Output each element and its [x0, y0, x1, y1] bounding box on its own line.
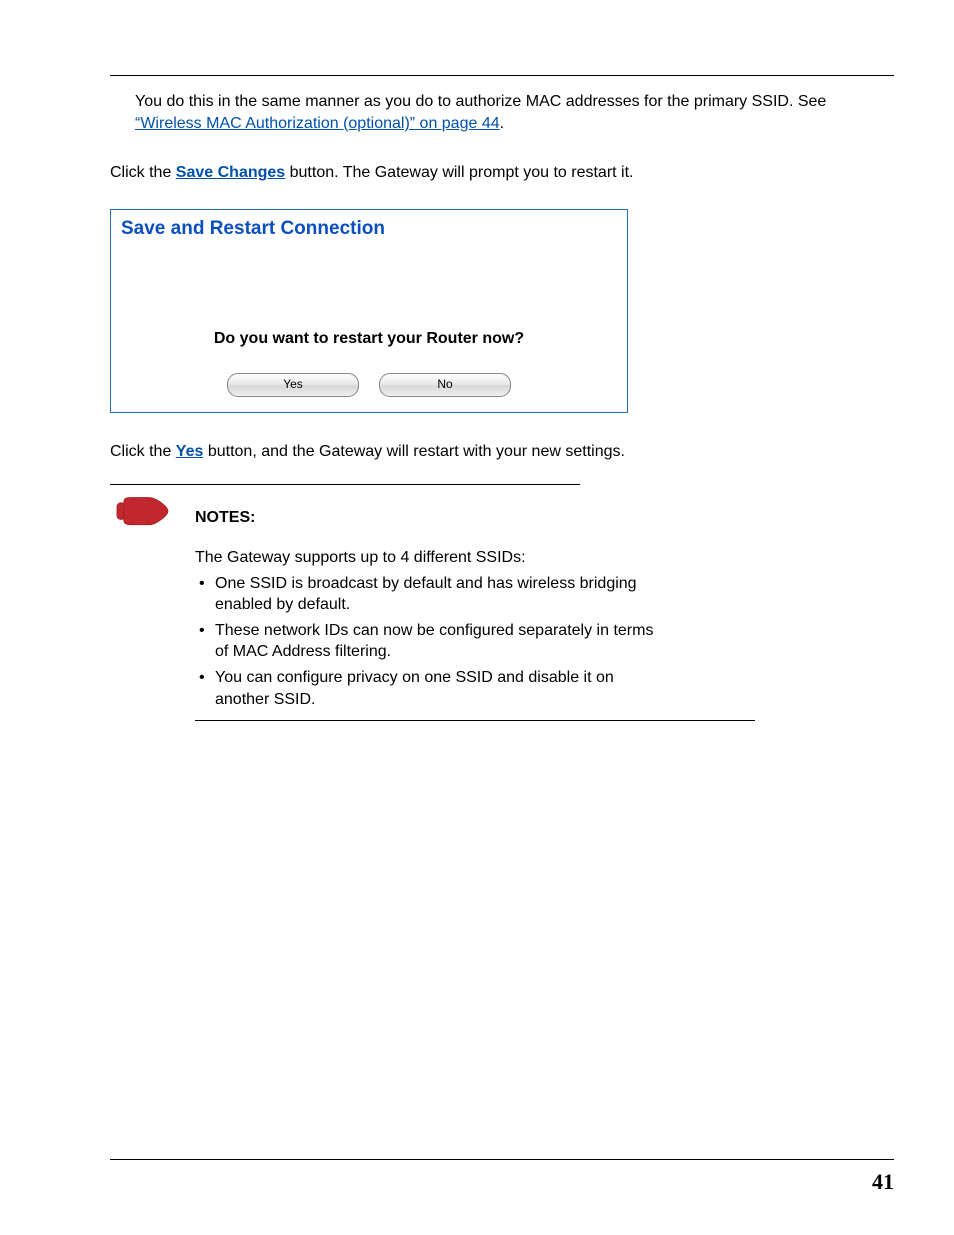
restart-dialog: Save and Restart Connection Do you want … — [110, 209, 628, 413]
notes-top-rule — [110, 484, 580, 485]
notes-block: NOTES: The Gateway supports up to 4 diff… — [110, 492, 894, 714]
save-pre-text: Click the — [110, 164, 176, 181]
dialog-title: Save and Restart Connection — [121, 218, 617, 240]
dialog-question: Do you want to restart your Router now? — [121, 330, 617, 348]
pointing-hand-icon — [115, 495, 180, 534]
yes-pre-text: Click the — [110, 443, 176, 460]
top-horizontal-rule — [110, 75, 894, 76]
notes-heading: NOTES: — [195, 507, 670, 529]
mac-authorization-link[interactable]: “Wireless MAC Authorization (optional)” … — [135, 115, 500, 132]
document-page: You do this in the same manner as you do… — [0, 0, 954, 1235]
page-number: 41 — [872, 1169, 894, 1195]
yes-link[interactable]: Yes — [176, 443, 204, 460]
save-post-text: button. The Gateway will prompt you to r… — [285, 164, 633, 181]
notes-intro: The Gateway supports up to 4 different S… — [195, 547, 670, 569]
intro-paragraph: You do this in the same manner as you do… — [135, 91, 894, 134]
list-item: You can configure privacy on one SSID an… — [195, 667, 670, 710]
notes-list: One SSID is broadcast by default and has… — [195, 573, 670, 711]
yes-button[interactable]: Yes — [227, 373, 359, 397]
notes-content: NOTES: The Gateway supports up to 4 diff… — [195, 492, 670, 714]
intro-period: . — [500, 115, 504, 132]
bottom-horizontal-rule — [110, 1159, 894, 1160]
dialog-button-row: Yes No — [121, 373, 617, 397]
yes-instruction-paragraph: Click the Yes button, and the Gateway wi… — [110, 441, 894, 463]
save-changes-link[interactable]: Save Changes — [176, 164, 285, 181]
no-button[interactable]: No — [379, 373, 511, 397]
save-changes-paragraph: Click the Save Changes button. The Gatew… — [110, 162, 894, 184]
list-item: One SSID is broadcast by default and has… — [195, 573, 670, 616]
list-item: These network IDs can now be configured … — [195, 620, 670, 663]
notes-bottom-rule — [195, 720, 755, 721]
intro-text: You do this in the same manner as you do… — [135, 93, 826, 110]
yes-post-text: button, and the Gateway will restart wit… — [203, 443, 625, 460]
